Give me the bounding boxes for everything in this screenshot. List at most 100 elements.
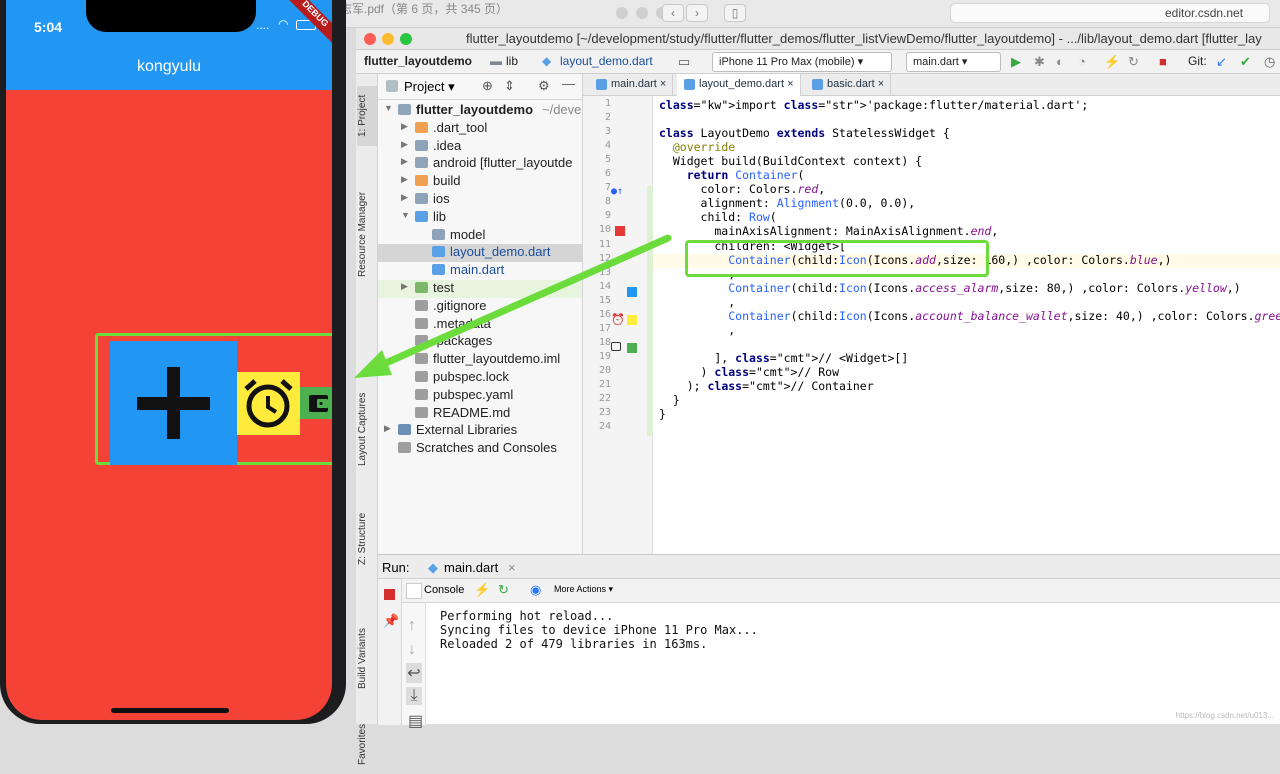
stop-icon[interactable]: ■ [1159,53,1167,71]
expand-arrow-icon[interactable]: ▶ [401,139,408,150]
pin-icon[interactable]: 📌 [383,613,399,629]
tree-item[interactable]: README.md [378,405,582,423]
profile-icon[interactable]: ◔ [1078,53,1086,71]
hot-restart-icon[interactable]: ↻ [1128,53,1139,71]
side-tab-favorites[interactable]: Favorites [357,714,377,774]
device-manager-icon[interactable]: ▭ [678,53,690,71]
close-tab-icon[interactable]: × [787,78,793,90]
tab-main-dart[interactable]: main.dart × [589,74,674,96]
minimize-window-button[interactable] [382,33,394,45]
console-output[interactable]: Performing hot reload... Syncing files to… [440,609,758,651]
close-window-button[interactable] [364,33,376,45]
expand-arrow-icon[interactable]: ▶ [384,423,391,434]
code-line: ], class="cmt">// <Widget>[] [659,350,909,365]
project-panel-header: Project ▾ ⊕ ⇕ ⚙ — [378,74,582,100]
home-indicator[interactable] [111,708,229,713]
device-selector[interactable]: iPhone 11 Pro Max (mobile) ▾ [712,52,892,72]
soft-wrap-icon[interactable]: ↩ [406,663,422,683]
window-title: flutter_layoutdemo [~/development/study/… [466,31,1262,46]
expand-arrow-icon[interactable]: ▼ [401,210,410,220]
code-line: ); class="cmt">// Container [659,379,874,393]
console-toolbar: Console ⚡ ↻ ◉ More Actions ▾ [402,579,1280,603]
side-tab-structure[interactable]: Z: Structure [357,494,377,584]
more-actions-button[interactable]: More Actions ▾ [554,584,613,595]
hot-reload-icon[interactable]: ⚡ [1104,53,1120,71]
down-arrow-icon[interactable]: ↓ [408,641,416,659]
hide-panel-icon[interactable]: — [562,76,575,91]
tree-item-label: .idea [433,137,462,153]
breadcrumb-lib[interactable]: lib [506,54,518,68]
dart-file-icon [812,79,823,90]
left-tool-strip: 1: Project Resource Manager Layout Captu… [356,74,378,765]
tree-item[interactable]: ▶ .dart_tool [378,120,582,138]
project-view-selector[interactable]: Project ▾ [404,79,455,95]
add-icon [137,367,210,439]
code-line: class LayoutDemo extends StatelessWidget… [659,126,950,141]
scroll-to-end-icon[interactable]: ⤓ [406,687,422,705]
tree-item-label: ios [433,191,450,206]
project-view-icon [386,80,398,92]
forward-button[interactable]: › [686,4,708,22]
code-editor[interactable]: class="kw">import class="str">'package:f… [654,96,1280,554]
stop-icon[interactable] [384,589,395,600]
expand-arrow-icon[interactable]: ▶ [401,121,408,132]
wifi-icon: ◠ [278,17,289,31]
code-line: mainAxisAlignment: MainAxisAlignment.end… [659,224,999,239]
hot-restart-icon[interactable]: ↻ [498,582,509,598]
breadcrumb-project[interactable]: flutter_layoutdemo [364,54,472,68]
side-tab-build-variants[interactable]: Build Variants [357,614,377,704]
side-tab-layout-captures[interactable]: Layout Captures [357,379,377,479]
code-line: color: Colors.red, [659,182,826,197]
line-number: 8 [604,196,611,208]
run-side-toolbar: 📌 [378,579,402,725]
sidebar-toggle-icon[interactable]: ▯ [724,4,746,22]
close-tab-icon[interactable]: × [878,78,884,90]
traffic-light-close[interactable] [616,7,628,19]
print-icon[interactable]: ▤ [408,711,423,731]
breadcrumb-file[interactable]: layout_demo.dart [560,54,653,68]
close-tab-icon[interactable]: × [660,78,666,90]
up-arrow-icon[interactable]: ↑ [408,617,416,635]
ide-titlebar: flutter_layoutdemo [~/development/study/… [356,28,1280,50]
tree-item[interactable]: ▼ lib [378,209,582,227]
expand-arrow-icon[interactable]: ▶ [401,156,408,167]
tree-item[interactable]: Scratches and Consoles [378,440,582,458]
code-line: @override [672,140,736,155]
run-icon[interactable]: ▶ [1011,53,1021,71]
line-number: 5 [604,154,611,166]
tree-item[interactable]: ▶ External Libraries [378,422,582,440]
tree-item[interactable]: ▼ flutter_layoutdemo ~/develo [378,102,582,120]
side-tab-project[interactable]: 1: Project [357,86,377,146]
expand-arrow-icon[interactable]: ▶ [401,192,408,203]
tree-item[interactable]: ▶ .idea [378,137,582,156]
expand-arrow-icon[interactable]: ▶ [401,174,408,185]
console-tab[interactable]: Console [424,584,464,596]
devtools-icon[interactable]: ◉ [530,582,541,598]
run-config-tab[interactable]: main.dart [444,560,498,575]
status-time: 5:04 [34,19,63,35]
tree-item[interactable]: ▶ build [378,173,582,191]
project-view-label: Project [404,79,445,94]
back-button[interactable]: ‹ [662,4,684,22]
locate-icon[interactable]: ⊕ [482,78,493,94]
expand-arrow-icon[interactable]: ▼ [384,103,393,113]
zoom-window-button[interactable] [400,33,412,45]
debug-icon[interactable]: ✱ [1034,53,1045,71]
gear-icon[interactable]: ⚙ [538,78,550,94]
folder-icon [415,175,428,187]
coverage-icon[interactable]: ◐ [1056,53,1064,71]
tree-item-label: flutter_layoutdemo [416,102,534,117]
run-config-selector[interactable]: main.dart ▾ [906,52,1001,72]
tree-item[interactable]: ▶ android [flutter_layoutde [378,155,582,173]
hot-reload-icon[interactable]: ⚡ [474,582,490,598]
traffic-light-minimize[interactable] [636,7,648,19]
git-update-icon[interactable]: ↙ [1216,53,1227,71]
collapse-all-icon[interactable]: ⇕ [504,78,515,94]
tab-layout-demo-dart[interactable]: layout_demo.dart × [677,74,801,96]
git-history-icon[interactable]: ◷ [1264,53,1275,71]
tree-item[interactable]: ▶ ios [378,191,582,209]
override-gutter-icon[interactable]: ●↑ [611,186,623,197]
git-commit-icon[interactable]: ✔ [1240,53,1251,71]
close-run-tab-icon[interactable]: × [508,560,516,575]
tab-basic-dart[interactable]: basic.dart × [805,74,892,96]
